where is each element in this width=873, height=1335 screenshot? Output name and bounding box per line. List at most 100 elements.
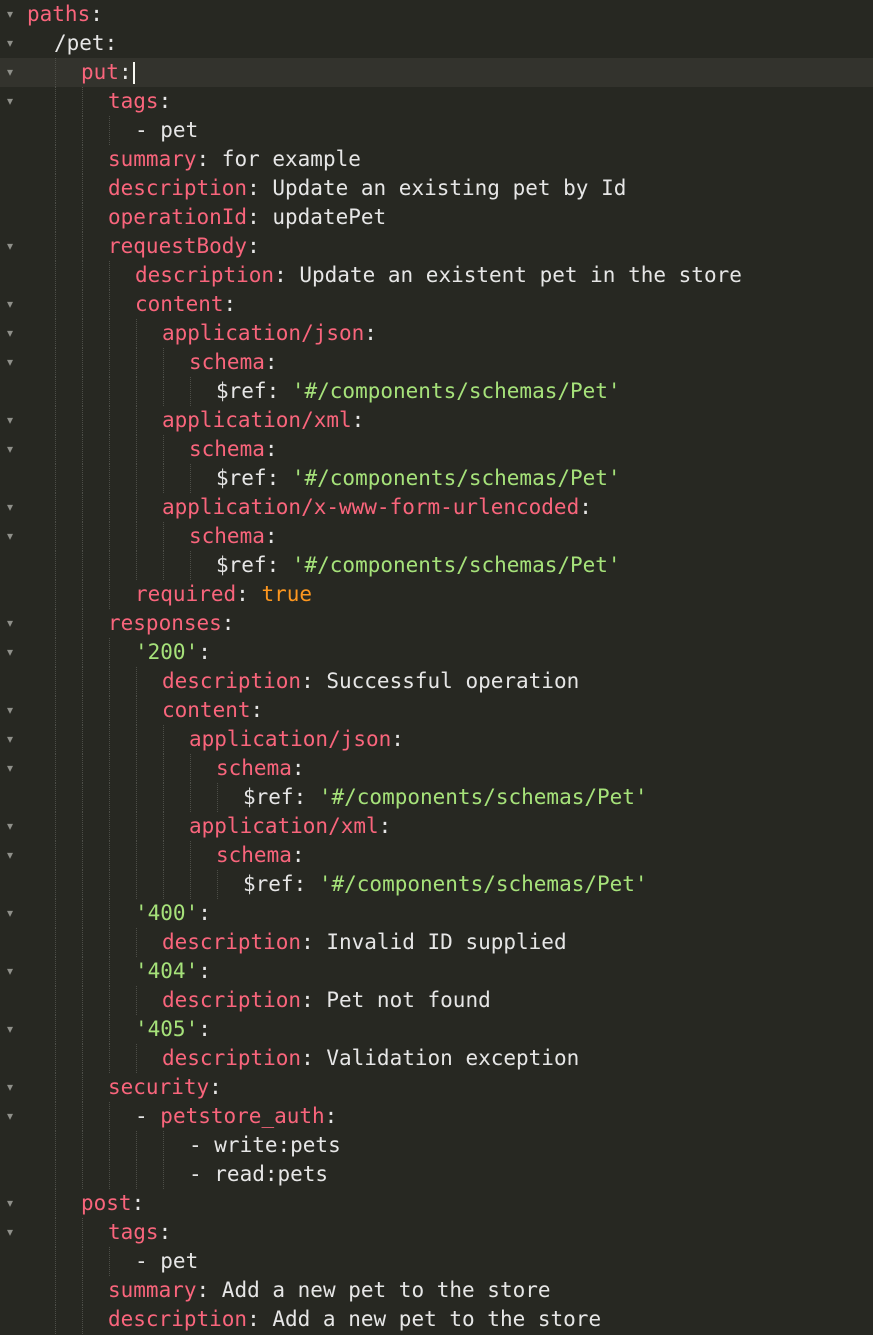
- code-line[interactable]: - write:pets: [0, 1131, 873, 1160]
- line-text: $ref: '#/components/schemas/Pet': [216, 551, 621, 580]
- fold-toggle-icon[interactable]: ▾: [3, 232, 17, 261]
- code-line[interactable]: ▾ '404':: [0, 957, 873, 986]
- fold-toggle-icon[interactable]: ▾: [3, 58, 17, 87]
- code-line[interactable]: - read:pets: [0, 1160, 873, 1189]
- fold-toggle-icon[interactable]: ▾: [3, 87, 17, 116]
- code-area[interactable]: ▾ paths: ▾/pet: ▾ put: ▾ tags: - pet summary: fo…: [0, 0, 873, 1334]
- fold-toggle-icon[interactable]: ▾: [3, 609, 17, 638]
- code-line[interactable]: ▾ put:: [0, 58, 873, 87]
- code-line[interactable]: ▾ schema:: [0, 348, 873, 377]
- fold-toggle-icon[interactable]: ▾: [3, 1218, 17, 1247]
- code-line[interactable]: ▾ schema:: [0, 522, 873, 551]
- fold-toggle-icon[interactable]: ▾: [3, 348, 17, 377]
- code-line[interactable]: ▾ '405':: [0, 1015, 873, 1044]
- line-text: application/json:: [189, 725, 404, 754]
- code-line[interactable]: ▾ application/xml:: [0, 812, 873, 841]
- fold-toggle-icon[interactable]: ▾: [3, 1189, 17, 1218]
- fold-toggle-icon[interactable]: ▾: [3, 1102, 17, 1131]
- code-line[interactable]: ▾ paths:: [0, 0, 873, 29]
- code-line[interactable]: ▾ '400':: [0, 899, 873, 928]
- line-text: - petstore_auth:: [135, 1102, 337, 1131]
- code-line[interactable]: ▾ requestBody:: [0, 232, 873, 261]
- code-line[interactable]: description: Update an existing pet by I…: [0, 174, 873, 203]
- indent-guide: [109, 348, 110, 377]
- code-line[interactable]: ▾ application/json:: [0, 319, 873, 348]
- indent-guide: [82, 464, 83, 493]
- code-line[interactable]: description: Successful operation: [0, 667, 873, 696]
- line-text: description: Validation exception: [162, 1044, 579, 1073]
- fold-toggle-icon[interactable]: ▾: [3, 638, 17, 667]
- indent-guide: [217, 870, 218, 899]
- code-line[interactable]: ▾ schema:: [0, 754, 873, 783]
- fold-toggle-icon[interactable]: ▾: [3, 841, 17, 870]
- code-line[interactable]: ▾ - petstore_auth:: [0, 1102, 873, 1131]
- fold-toggle-icon[interactable]: ▾: [3, 696, 17, 725]
- code-line[interactable]: description: Update an existent pet in t…: [0, 261, 873, 290]
- fold-toggle-icon[interactable]: ▾: [3, 725, 17, 754]
- yaml-text: : Add a new pet to the store: [247, 1307, 602, 1331]
- line-text: responses:: [108, 609, 234, 638]
- fold-toggle-icon[interactable]: ▾: [3, 290, 17, 319]
- indent-guide: [109, 841, 110, 870]
- indent-guide: [163, 551, 164, 580]
- indent-guide: [55, 1247, 56, 1276]
- code-line[interactable]: ▾ schema:: [0, 841, 873, 870]
- code-line[interactable]: $ref: '#/components/schemas/Pet': [0, 464, 873, 493]
- fold-toggle-icon[interactable]: ▾: [3, 435, 17, 464]
- yaml-key: schema: [189, 350, 265, 374]
- code-line[interactable]: ▾ tags:: [0, 1218, 873, 1247]
- fold-toggle-icon[interactable]: ▾: [3, 957, 17, 986]
- code-line[interactable]: ▾ '200':: [0, 638, 873, 667]
- code-line[interactable]: $ref: '#/components/schemas/Pet': [0, 377, 873, 406]
- code-line[interactable]: $ref: '#/components/schemas/Pet': [0, 870, 873, 899]
- code-line[interactable]: summary: for example: [0, 145, 873, 174]
- indent-guide: [136, 725, 137, 754]
- code-line[interactable]: ▾ application/json:: [0, 725, 873, 754]
- line-text: schema:: [189, 522, 278, 551]
- code-line[interactable]: summary: Add a new pet to the store: [0, 1276, 873, 1305]
- code-line[interactable]: description: Validation exception: [0, 1044, 873, 1073]
- code-line[interactable]: description: Invalid ID supplied: [0, 928, 873, 957]
- fold-toggle-icon[interactable]: ▾: [3, 0, 17, 29]
- fold-toggle-icon[interactable]: ▾: [3, 522, 17, 551]
- code-line[interactable]: description: Add a new pet to the store: [0, 1305, 873, 1334]
- fold-toggle-icon[interactable]: ▾: [3, 899, 17, 928]
- indent-guide: [136, 348, 137, 377]
- fold-toggle-icon[interactable]: ▾: [3, 29, 17, 58]
- code-line[interactable]: ▾ content:: [0, 696, 873, 725]
- fold-toggle-icon[interactable]: ▾: [3, 319, 17, 348]
- fold-toggle-icon[interactable]: ▾: [3, 406, 17, 435]
- indent-guide: [109, 377, 110, 406]
- code-line[interactable]: ▾ security:: [0, 1073, 873, 1102]
- code-editor[interactable]: ▾ paths: ▾/pet: ▾ put: ▾ tags: - pet summary: fo…: [0, 0, 873, 1335]
- yaml-string: '#/components/schemas/Pet': [291, 553, 621, 577]
- code-line[interactable]: ▾ application/x-www-form-urlencoded:: [0, 493, 873, 522]
- indent-guide: [55, 812, 56, 841]
- yaml-text: :: [118, 60, 132, 84]
- code-line[interactable]: operationId: updatePet: [0, 203, 873, 232]
- indent-guide: [109, 319, 110, 348]
- fold-toggle-icon[interactable]: ▾: [3, 1073, 17, 1102]
- fold-toggle-icon[interactable]: ▾: [3, 493, 17, 522]
- code-line[interactable]: ▾ /pet:: [0, 29, 873, 58]
- code-line[interactable]: description: Pet not found: [0, 986, 873, 1015]
- line-text: '400':: [135, 899, 211, 928]
- code-line[interactable]: $ref: '#/components/schemas/Pet': [0, 783, 873, 812]
- code-line[interactable]: required: true: [0, 580, 873, 609]
- code-line[interactable]: ▾ post:: [0, 1189, 873, 1218]
- code-line[interactable]: ▾ responses:: [0, 609, 873, 638]
- code-line[interactable]: - pet: [0, 1247, 873, 1276]
- indent-guide: [55, 870, 56, 899]
- code-line[interactable]: ▾ schema:: [0, 435, 873, 464]
- fold-toggle-icon[interactable]: ▾: [3, 812, 17, 841]
- indent-guide: [82, 1015, 83, 1044]
- indent-guide: [55, 957, 56, 986]
- code-line[interactable]: $ref: '#/components/schemas/Pet': [0, 551, 873, 580]
- code-line[interactable]: - pet: [0, 116, 873, 145]
- code-line[interactable]: ▾ content:: [0, 290, 873, 319]
- fold-toggle-icon[interactable]: ▾: [3, 1015, 17, 1044]
- code-line[interactable]: ▾ application/xml:: [0, 406, 873, 435]
- fold-toggle-icon[interactable]: ▾: [3, 754, 17, 783]
- yaml-text: $ref:: [243, 872, 319, 896]
- code-line[interactable]: ▾ tags:: [0, 87, 873, 116]
